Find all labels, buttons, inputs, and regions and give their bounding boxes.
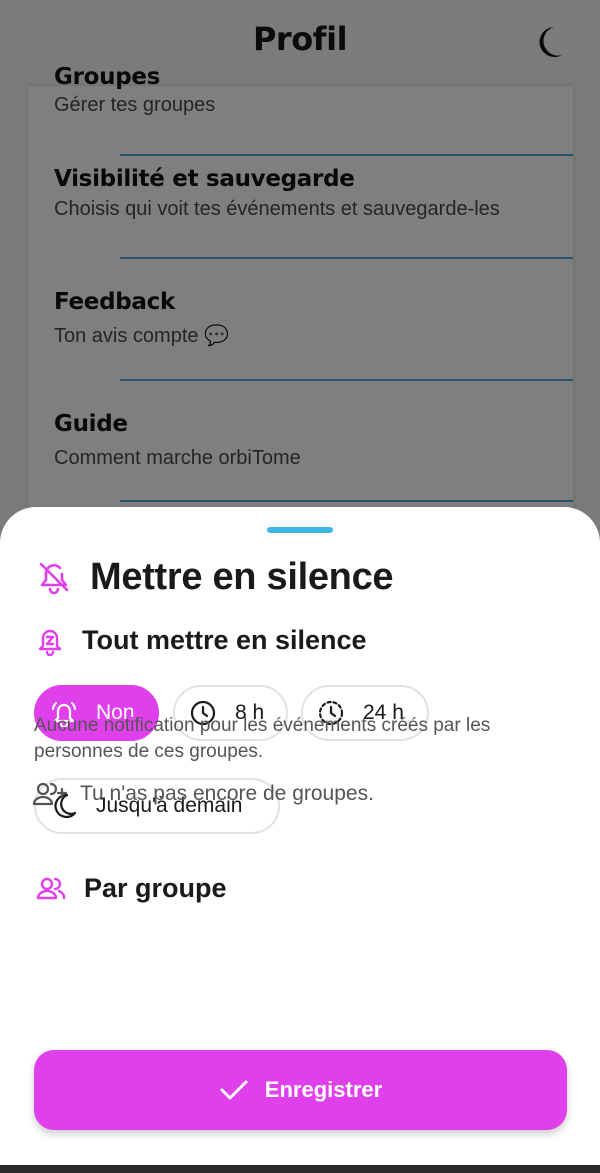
by-group-description: Aucune notification pour les événements … [34, 715, 491, 762]
save-button-label: Enregistrer [264, 1077, 383, 1102]
save-button[interactable]: Enregistrer [34, 1050, 567, 1130]
check-icon [220, 1080, 248, 1100]
bell-snooze-icon [38, 629, 62, 656]
drag-handle[interactable] [267, 527, 333, 533]
no-groups-text: Tu n'as pas encore de groupes. [80, 782, 374, 805]
by-group-title: Par groupe [84, 873, 227, 903]
sheet-header: Mettre en silence [36, 553, 394, 601]
group-icon [36, 877, 66, 899]
by-group-section-header: Par groupe [36, 873, 227, 904]
mute-all-title: Tout mettre en silence [82, 625, 367, 655]
sheet-title: Mettre en silence [90, 555, 394, 598]
mute-bottom-sheet: Mettre en silence Tout mettre en silence… [0, 507, 600, 1173]
no-groups-row: Tu n'as pas encore de groupes. [32, 780, 374, 808]
add-user-icon [32, 782, 68, 806]
system-navigation-bar [0, 1165, 600, 1173]
bell-off-icon [39, 562, 69, 595]
mute-all-section-header: Tout mettre en silence [36, 625, 367, 656]
